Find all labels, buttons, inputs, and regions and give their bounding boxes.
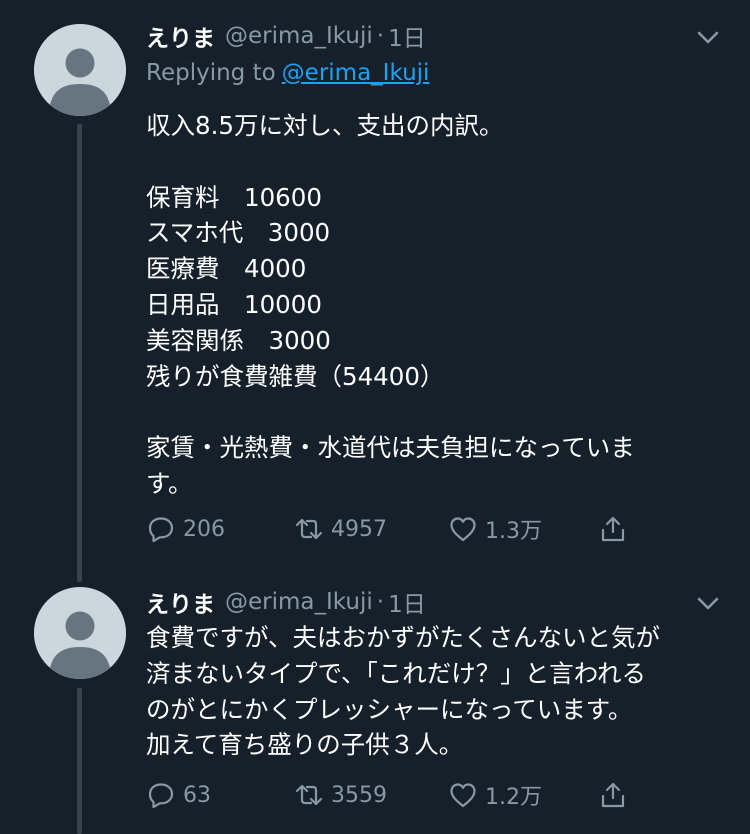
tweet-text-line: 加えて育ち盛りの子供３人。	[146, 730, 464, 760]
heart-icon	[448, 780, 478, 810]
tweet-text: 収入8.5万に対し、支出の内訳。 保育料 10600 スマホ代 3000 医療費…	[146, 108, 716, 502]
separator-dot: ·	[376, 23, 385, 49]
tweet-text-line: 保育料 10600	[146, 182, 322, 212]
tweet-text-line: 医療費 4000	[146, 254, 307, 284]
replying-label: Replying to	[146, 60, 276, 86]
replying-mention-link[interactable]: @erima_Ikuji	[282, 60, 430, 86]
retweet-button[interactable]: 4957	[294, 512, 387, 546]
like-count: 1.2万	[485, 785, 542, 810]
chevron-down-icon[interactable]	[694, 589, 722, 617]
tweet-timestamp[interactable]: 1日	[388, 19, 426, 53]
tweet-1[interactable]: えりま @erima_Ikuji · 1日 Replying to @erima_…	[0, 0, 750, 590]
tweet-text-line: 済まないタイプで、「これだけ？」と言われる	[146, 658, 647, 688]
tweet-header: えりま @erima_Ikuji · 1日	[146, 20, 426, 52]
tweet-2[interactable]: えりま @erima_Ikuji · 1日 食費ですが、夫はおかずがたくさんない…	[0, 580, 750, 834]
share-button[interactable]	[598, 512, 628, 546]
like-button[interactable]: 1.3万	[448, 512, 542, 546]
reply-count: 206	[183, 516, 225, 542]
retweet-count: 3559	[331, 782, 387, 808]
tweet-text-line: 収入8.5万に対し、支出の内訳。	[146, 111, 504, 140]
reply-icon	[146, 514, 176, 544]
separator-dot: ·	[376, 589, 385, 615]
tweet-text-line: 残りが食費雑費（54400）	[146, 361, 445, 391]
share-icon	[598, 780, 628, 810]
retweet-icon	[294, 514, 324, 544]
thread-line	[77, 688, 82, 834]
like-count: 1.3万	[485, 519, 542, 544]
tweet-text-line: 日用品 10000	[146, 289, 322, 319]
tweet-text-line: 家賃・光熱費・水道代は夫負担になっていま	[146, 433, 635, 463]
tweet-actions: 206 4957 1.3万	[146, 512, 646, 546]
display-name[interactable]: えりま	[146, 585, 215, 619]
retweet-button[interactable]: 3559	[294, 778, 387, 812]
reply-icon	[146, 780, 176, 810]
tweet-text-line	[146, 144, 716, 180]
default-avatar-icon[interactable]	[34, 24, 126, 116]
tweet-text: 食費ですが、夫はおかずがたくさんないと気が 済まないタイプで、「これだけ？」と言…	[146, 620, 716, 763]
like-button[interactable]: 1.2万	[448, 778, 542, 812]
thread-line	[77, 124, 82, 582]
user-handle[interactable]: @erima_Ikuji	[225, 589, 373, 615]
tweet-header: えりま @erima_Ikuji · 1日	[146, 586, 426, 618]
tweet-text-line: スマホ代 3000	[146, 218, 331, 248]
reply-button[interactable]: 63	[146, 778, 211, 812]
tweet-text-line: す。	[146, 468, 193, 498]
reply-count: 63	[183, 782, 211, 808]
tweet-text-line	[146, 394, 716, 430]
reply-button[interactable]: 206	[146, 512, 225, 546]
display-name[interactable]: えりま	[146, 19, 215, 53]
heart-icon	[448, 514, 478, 544]
share-button[interactable]	[598, 778, 628, 812]
default-avatar-icon[interactable]	[34, 587, 126, 679]
share-icon	[598, 514, 628, 544]
tweet-text-line: 食費ですが、夫はおかずがたくさんないと気が	[146, 623, 661, 652]
user-handle[interactable]: @erima_Ikuji	[225, 23, 373, 49]
retweet-icon	[294, 780, 324, 810]
chevron-down-icon[interactable]	[694, 23, 722, 51]
tweet-text-line: のがとにかくプレッシャーになっています。	[146, 694, 633, 724]
replying-to: Replying to @erima_Ikuji	[146, 60, 429, 86]
tweet-actions: 63 3559 1.2万	[146, 778, 646, 812]
tweet-timestamp[interactable]: 1日	[388, 585, 426, 619]
retweet-count: 4957	[331, 516, 387, 542]
tweet-text-line: 美容関係 3000	[146, 325, 331, 355]
